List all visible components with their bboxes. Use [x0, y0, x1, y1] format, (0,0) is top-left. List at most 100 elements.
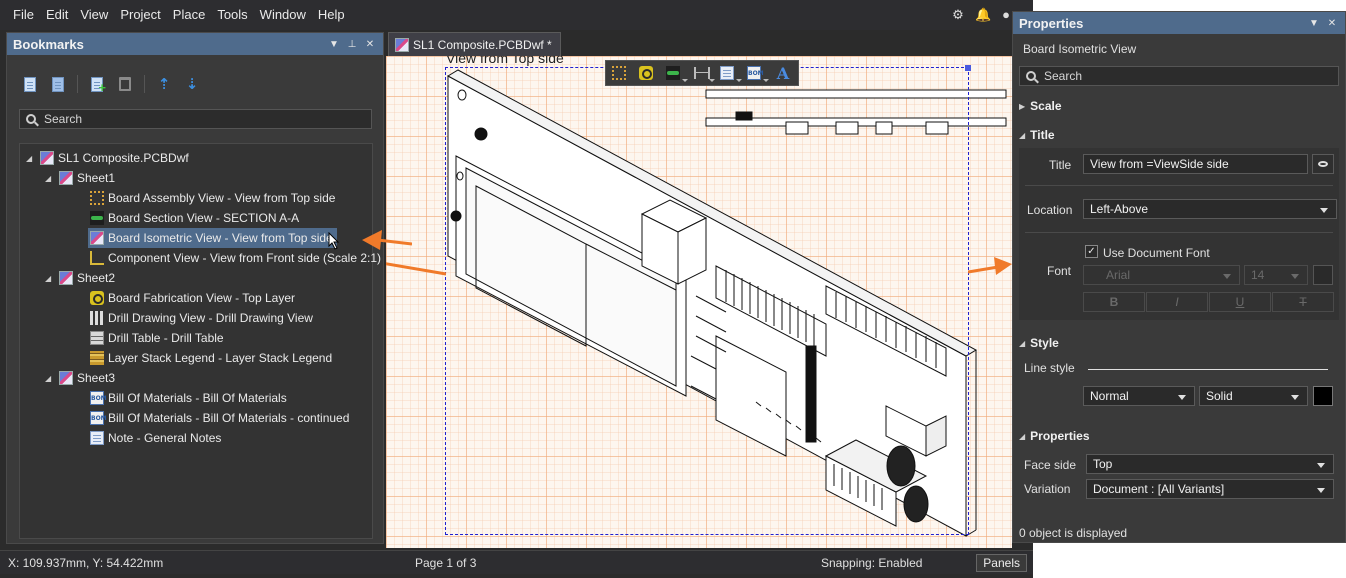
- tree-node-sheet2[interactable]: ◢ Sheet2: [45, 268, 115, 288]
- section-properties[interactable]: ◢ Properties: [1019, 429, 1090, 443]
- line-type-dropdown[interactable]: Solid: [1199, 386, 1308, 406]
- user-icon[interactable]: ●: [999, 8, 1013, 22]
- bookmarks-panel-header: Bookmarks ▼ ⊥ ✕: [7, 33, 383, 55]
- panel-menu-icon[interactable]: ▼: [327, 39, 341, 50]
- tree-node-sheet3[interactable]: ◢ Sheet3: [45, 368, 115, 388]
- tree-node-board-section[interactable]: Board Section View - SECTION A-A: [90, 208, 299, 228]
- search-placeholder: Search: [1044, 69, 1083, 83]
- bookmarks-search-input[interactable]: Search: [19, 109, 372, 129]
- add-bookmark-button[interactable]: +: [86, 73, 108, 95]
- bold-button[interactable]: B: [1083, 292, 1145, 312]
- tree-node-drill-table[interactable]: Drill Table - Drill Table: [90, 328, 224, 348]
- collapse-icon[interactable]: ◢: [26, 154, 36, 163]
- save-bookmark-button[interactable]: [47, 73, 69, 95]
- active-bar-toolbar: BOM A: [605, 60, 799, 86]
- tree-node-label: Board Fabrication View - Top Layer: [108, 291, 295, 305]
- search-icon: [26, 114, 36, 124]
- strikethrough-button[interactable]: T: [1272, 292, 1334, 312]
- section-label: Title: [1030, 128, 1055, 142]
- toolbar-separator: [144, 75, 145, 93]
- collapse-icon[interactable]: ◢: [45, 274, 55, 283]
- close-icon[interactable]: ✕: [363, 39, 377, 50]
- menu-place[interactable]: Place: [167, 0, 212, 30]
- selection-rectangle[interactable]: [445, 65, 971, 535]
- use-document-font-checkbox[interactable]: ✓: [1085, 245, 1098, 258]
- panels-button[interactable]: Panels: [976, 554, 1027, 572]
- title-input[interactable]: View from =ViewSide side: [1083, 154, 1308, 174]
- variation-dropdown[interactable]: Document : [All Variants]: [1086, 479, 1334, 499]
- tree-node-label: Drill Drawing View - Drill Drawing View: [108, 311, 313, 325]
- pin-icon[interactable]: ⊥: [345, 39, 359, 50]
- board-section-icon: [90, 211, 104, 225]
- italic-button[interactable]: I: [1146, 292, 1208, 312]
- tree-node-root[interactable]: ◢ SL1 Composite.PCBDwf: [26, 148, 189, 168]
- tree-node-board-fabrication[interactable]: Board Fabrication View - Top Layer: [90, 288, 295, 308]
- menu-project[interactable]: Project: [114, 0, 166, 30]
- drawing-canvas[interactable]: View from Top side BOM A: [386, 56, 1012, 548]
- menu-edit[interactable]: Edit: [40, 0, 74, 30]
- line-color-swatch[interactable]: [1313, 386, 1333, 406]
- move-down-icon: ⇣: [185, 76, 199, 93]
- face-side-dropdown[interactable]: Top: [1086, 454, 1334, 474]
- tree-node-sheet1[interactable]: ◢ Sheet1: [45, 168, 115, 188]
- search-placeholder: Search: [44, 112, 83, 126]
- delete-bookmark-button[interactable]: [114, 73, 136, 95]
- tree-node-component-view[interactable]: Component View - View from Front side (S…: [90, 248, 381, 268]
- place-bom-button[interactable]: BOM: [745, 63, 769, 83]
- menu-tools[interactable]: Tools: [211, 0, 253, 30]
- place-assembly-view-button[interactable]: [610, 63, 632, 83]
- menu-file[interactable]: File: [7, 0, 40, 30]
- bell-icon[interactable]: 🔔: [975, 8, 991, 22]
- menu-window[interactable]: Window: [254, 0, 312, 30]
- section-scale[interactable]: ▶ Scale: [1019, 99, 1062, 113]
- tree-node-label: Board Section View - SECTION A-A: [108, 211, 300, 225]
- line-style-label: Line style: [1024, 361, 1075, 375]
- location-dropdown[interactable]: Left-Above: [1083, 199, 1337, 219]
- resize-handle[interactable]: [965, 65, 971, 71]
- collapse-icon[interactable]: ◢: [45, 374, 55, 383]
- tree-node-board-assembly[interactable]: Board Assembly View - View from Top side: [90, 188, 335, 208]
- menu-right-icons: ⚙ 🔔 ●: [951, 0, 1013, 30]
- document-tab[interactable]: SL1 Composite.PCBDwf *: [388, 32, 561, 56]
- menu-help[interactable]: Help: [312, 0, 351, 30]
- section-title[interactable]: ◢ Title: [1019, 128, 1055, 142]
- menu-view[interactable]: View: [74, 0, 114, 30]
- collapse-icon: ◢: [1019, 431, 1026, 441]
- tree-node-note[interactable]: Note - General Notes: [90, 428, 221, 448]
- move-down-button[interactable]: ⇣: [181, 73, 203, 95]
- board-isometric-icon: [90, 231, 104, 245]
- tree-node-bom[interactable]: BOM Bill Of Materials - Bill Of Material…: [90, 388, 287, 408]
- place-text-button[interactable]: A: [772, 63, 794, 83]
- panel-menu-icon[interactable]: ▼: [1307, 18, 1321, 29]
- place-note-button[interactable]: [718, 63, 742, 83]
- font-name-dropdown[interactable]: Arial: [1083, 265, 1240, 285]
- pcb-doc-icon: [395, 37, 409, 52]
- collapse-icon[interactable]: ◢: [45, 174, 55, 183]
- move-up-button[interactable]: ⇡: [153, 73, 175, 95]
- document-tab-label: SL1 Composite.PCBDwf *: [413, 37, 552, 52]
- font-size-dropdown[interactable]: 14: [1244, 265, 1308, 285]
- line-width-dropdown[interactable]: Normal: [1083, 386, 1195, 406]
- face-side-label: Face side: [1024, 458, 1077, 472]
- close-icon[interactable]: ✕: [1325, 18, 1339, 29]
- visibility-button[interactable]: [1312, 154, 1334, 174]
- tree-node-board-isometric[interactable]: Board Isometric View - View from Top sid…: [88, 228, 337, 248]
- place-section-view-button[interactable]: [664, 63, 688, 83]
- place-fabrication-view-button[interactable]: [637, 63, 659, 83]
- tree-node-bom-continued[interactable]: BOM Bill Of Materials - Bill Of Material…: [90, 408, 349, 428]
- place-dimension-button[interactable]: [691, 63, 715, 83]
- callout-arrow-left: [386, 262, 447, 276]
- font-color-swatch[interactable]: [1313, 265, 1333, 285]
- underline-button[interactable]: U: [1209, 292, 1271, 312]
- layer-stack-icon: [90, 351, 104, 365]
- tree-node-layer-stack[interactable]: Layer Stack Legend - Layer Stack Legend: [90, 348, 332, 368]
- toolbar-separator: [77, 75, 78, 93]
- properties-search-input[interactable]: Search: [1019, 66, 1339, 86]
- bookmarks-tree: ◢ SL1 Composite.PCBDwf ◢ Sheet1 Board As…: [19, 143, 381, 539]
- new-bookmark-button[interactable]: [19, 73, 41, 95]
- section-style[interactable]: ◢ Style: [1019, 336, 1059, 350]
- gear-icon[interactable]: ⚙: [951, 8, 965, 22]
- objects-displayed-count: 0 object is displayed: [1019, 526, 1128, 540]
- tree-node-drill-drawing[interactable]: Drill Drawing View - Drill Drawing View: [90, 308, 313, 328]
- snapping-status[interactable]: Snapping: Enabled: [821, 556, 922, 570]
